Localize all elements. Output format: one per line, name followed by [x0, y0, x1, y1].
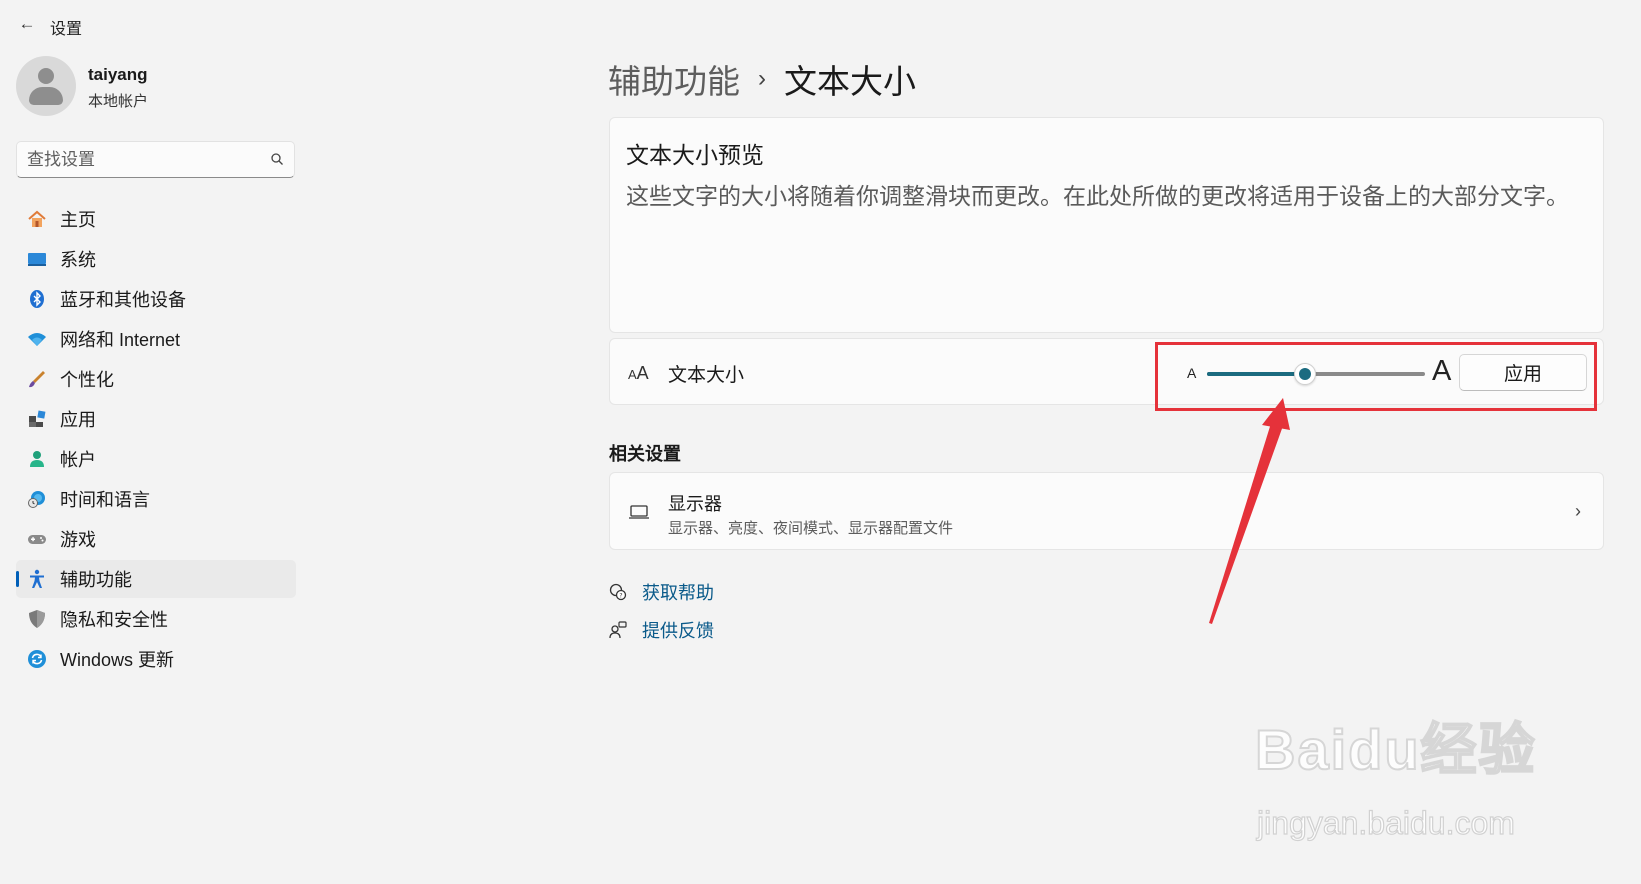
search-input[interactable]: [27, 148, 257, 172]
account-type: 本地帐户: [88, 93, 149, 110]
app-title: 设置: [50, 21, 83, 38]
brush-icon: [26, 368, 48, 390]
watermark-logo: Baidu经验: [1254, 717, 1537, 782]
sidebar-item-label: 帐户: [60, 450, 96, 470]
sidebar-item-label: 游戏: [60, 530, 96, 550]
feedback-icon: [609, 621, 627, 639]
laptop-icon: [629, 505, 649, 519]
sidebar-item-label: Windows 更新: [60, 650, 175, 670]
apps-icon: [26, 408, 48, 430]
get-help-link[interactable]: ? 获取帮助: [609, 579, 714, 605]
text-size-setting-card: AA 文本大小 A A 应用: [609, 338, 1604, 405]
related-settings-header: 相关设置: [609, 444, 681, 464]
sidebar-item-gaming[interactable]: 游戏: [16, 520, 296, 558]
sidebar-item-label: 个性化: [60, 370, 114, 390]
avatar: [16, 56, 76, 116]
breadcrumb: 辅助功能 › 文本大小: [608, 56, 916, 102]
sidebar-nav: 主页 系统 蓝牙和其他设备 网络和 Internet 个性化 应用 帐户 时间和…: [16, 200, 296, 680]
accessibility-icon: [26, 568, 48, 590]
text-size-label: 文本大小: [668, 365, 745, 386]
sidebar-item-label: 时间和语言: [60, 490, 150, 510]
apply-button[interactable]: 应用: [1459, 354, 1587, 391]
help-chat-icon: ?: [609, 583, 627, 601]
shield-icon: [26, 608, 48, 630]
slider-max-label: A: [1432, 355, 1452, 387]
svg-text:?: ?: [619, 593, 622, 600]
search-icon[interactable]: [270, 152, 284, 166]
sidebar-item-label: 系统: [60, 250, 96, 270]
sidebar-item-label: 隐私和安全性: [60, 610, 168, 630]
sidebar-item-label: 蓝牙和其他设备: [60, 290, 186, 310]
home-icon: [26, 208, 48, 230]
baidu-watermark: Baidu经验 jingyan.baidu.com: [1254, 705, 1555, 845]
get-help-label: 获取帮助: [642, 583, 714, 603]
user-name: taiyang: [88, 65, 148, 84]
sidebar-item-label: 网络和 Internet: [60, 330, 181, 350]
page-title: 文本大小: [784, 63, 916, 100]
breadcrumb-parent[interactable]: 辅助功能: [608, 55, 740, 103]
text-size-icon: AA: [628, 363, 649, 383]
sidebar-item-network[interactable]: 网络和 Internet: [16, 320, 296, 358]
search-box[interactable]: [16, 141, 295, 178]
sidebar-item-label: 主页: [60, 210, 96, 230]
watermark-url: jingyan.baidu.com: [1256, 804, 1515, 841]
update-icon: [26, 648, 48, 670]
preview-text: 这些文字的大小将随着你调整滑块而更改。在此处所做的更改将适用于设备上的大部分文字…: [626, 183, 1569, 209]
breadcrumb-separator-icon: ›: [758, 65, 766, 92]
slider-min-label: A: [1187, 365, 1197, 381]
globe-clock-icon: [26, 488, 48, 510]
sidebar-item-home[interactable]: 主页: [16, 200, 296, 238]
display-settings-link[interactable]: 显示器 显示器、亮度、夜间模式、显示器配置文件 ›: [609, 472, 1604, 550]
text-size-preview-card: 文本大小预览 这些文字的大小将随着你调整滑块而更改。在此处所做的更改将适用于设备…: [609, 117, 1604, 333]
sidebar-item-personalization[interactable]: 个性化: [16, 360, 296, 398]
bluetooth-icon: [26, 288, 48, 310]
sidebar-item-windows-update[interactable]: Windows 更新: [16, 640, 296, 678]
wifi-icon: [26, 328, 48, 350]
account-icon: [26, 448, 48, 470]
gamepad-icon: [26, 528, 48, 550]
sidebar-item-apps[interactable]: 应用: [16, 400, 296, 438]
give-feedback-label: 提供反馈: [642, 621, 714, 641]
chevron-right-icon: ›: [1575, 501, 1581, 521]
text-size-slider[interactable]: [1207, 363, 1425, 385]
sidebar-item-label: 辅助功能: [60, 570, 132, 590]
give-feedback-link[interactable]: 提供反馈: [609, 617, 714, 643]
display-title: 显示器: [668, 494, 722, 514]
sidebar-item-label: 应用: [60, 410, 96, 430]
sidebar-item-privacy[interactable]: 隐私和安全性: [16, 600, 296, 638]
display-subtitle: 显示器、亮度、夜间模式、显示器配置文件: [668, 520, 954, 537]
sidebar-item-time-language[interactable]: 时间和语言: [16, 480, 296, 518]
preview-title: 文本大小预览: [626, 142, 764, 168]
sidebar-item-bluetooth[interactable]: 蓝牙和其他设备: [16, 280, 296, 318]
title-bar: ← 设置: [0, 0, 1641, 50]
user-profile[interactable]: taiyang 本地帐户: [16, 56, 306, 118]
back-arrow-icon[interactable]: ←: [14, 12, 40, 36]
system-icon: [26, 248, 48, 270]
sidebar-item-system[interactable]: 系统: [16, 240, 296, 278]
sidebar-item-accessibility[interactable]: 辅助功能: [16, 560, 296, 598]
sidebar-item-accounts[interactable]: 帐户: [16, 440, 296, 478]
slider-thumb[interactable]: [1294, 363, 1317, 385]
slider-fill: [1207, 372, 1306, 376]
